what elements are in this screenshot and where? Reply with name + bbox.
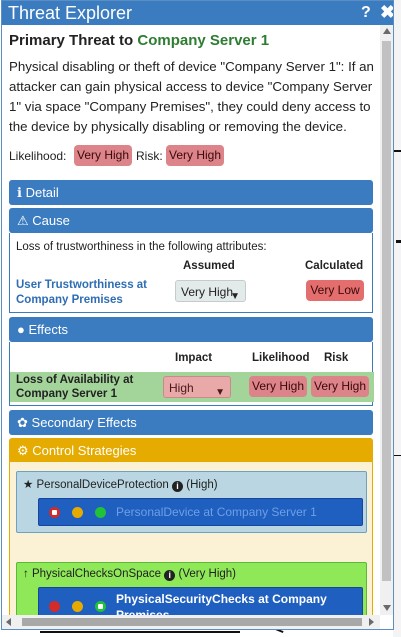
impact-select-value: High (169, 381, 194, 395)
control-item[interactable]: PersonalDevice at Company Server 1 (38, 498, 363, 526)
info-icon[interactable]: i (172, 481, 184, 492)
secondary-effects-label: Secondary Effects (31, 415, 137, 430)
strategy-label: ↑ PhysicalChecksOnSpace i (Very High) (23, 568, 236, 581)
attribute-link[interactable]: User Trustworthiness at Company Premises (16, 278, 161, 308)
gears-icon: ⚙ (17, 443, 29, 458)
effects-section-body: Impact Likelihood Risk Loss of Availabil… (9, 342, 374, 406)
likelihood-badge: Very High (74, 145, 132, 166)
assumed-select[interactable]: Very High ▼ (175, 280, 246, 302)
status-yellow-icon[interactable] (72, 601, 83, 612)
horizontal-scrollbar[interactable] (2, 615, 380, 629)
status-red-icon[interactable] (49, 507, 60, 518)
assumed-select-value: Very High (181, 285, 234, 299)
control-strategies-label: Control Strategies (32, 443, 137, 458)
control-strategies-header[interactable]: ⚙ Control Strategies (9, 438, 373, 464)
vertical-scrollbar[interactable] (380, 25, 393, 615)
strategy-label: ★ PersonalDeviceProtection i (High) (23, 477, 218, 492)
threat-explorer-panel: Threat Explorer ? ✖ Primary Threat to Co… (1, 0, 394, 630)
flame-icon: ✿ (17, 415, 28, 430)
detail-label: Detail (25, 185, 59, 200)
calculated-column-header: Calculated (305, 260, 364, 272)
scroll-left-icon[interactable] (6, 618, 11, 626)
info-icon: ℹ (17, 185, 22, 200)
likelihood-column-header: Likelihood (252, 352, 310, 364)
effect-row-label: Loss of Availability at Company Server 1 (16, 374, 134, 400)
risk-column-header: Risk (324, 352, 349, 364)
scroll-down-icon[interactable] (383, 605, 391, 611)
effects-section-header[interactable]: ● Effects (9, 317, 373, 342)
status-red-icon[interactable] (49, 601, 60, 612)
control-strategies-body: ★ PersonalDeviceProtection i (High) Pers… (9, 462, 373, 615)
vertical-scroll-thumb[interactable] (382, 41, 391, 581)
strategy-card: ★ PersonalDeviceProtection i (High) Pers… (16, 471, 367, 533)
droplet-icon: ● (17, 322, 25, 337)
chevron-down-icon: ▼ (215, 387, 225, 398)
scroll-up-icon[interactable] (383, 28, 391, 34)
chevron-down-icon: ▼ (230, 291, 240, 302)
background-line (396, 240, 401, 243)
strategy-level: (High) (186, 479, 218, 491)
background-app (393, 0, 401, 637)
detail-section-header[interactable]: ℹ Detail (9, 180, 373, 205)
calculated-badge: Very Low (306, 280, 364, 301)
assumed-column-header: Assumed (183, 260, 235, 272)
risk-badge: Very High (166, 145, 224, 166)
scroll-right-icon[interactable] (369, 618, 374, 626)
risk-label: Risk: (136, 149, 163, 163)
strategy-card: ↑ PhysicalChecksOnSpace i (Very High) Ph… (16, 562, 367, 615)
info-icon[interactable]: i (164, 570, 176, 581)
background-line (40, 631, 240, 633)
strategy-name: PhysicalChecksOnSpace (31, 568, 162, 580)
star-icon: ★ (23, 479, 34, 491)
likelihood-label: Likelihood: (9, 149, 67, 163)
control-name: PersonalDevice at Company Server 1 (116, 505, 317, 519)
arrow-up-icon: ↑ (23, 568, 29, 580)
cause-section-body: Loss of trustworthiness in the following… (9, 233, 373, 313)
impact-column-header: Impact (175, 352, 213, 364)
cause-intro: Loss of trustworthiness in the following… (16, 241, 267, 253)
effects-label: Effects (28, 322, 68, 337)
threat-description: Physical disabling or theft of device "C… (9, 59, 374, 134)
background-line (393, 455, 401, 456)
control-item[interactable]: PhysicalSecurityChecks at Company Premis… (38, 587, 363, 615)
background-line (393, 150, 401, 152)
status-yellow-icon[interactable] (72, 507, 83, 518)
help-icon[interactable]: ? (361, 2, 371, 24)
threat-heading: Primary Threat to Company Server 1 (9, 32, 269, 49)
impact-select[interactable]: High ▼ (163, 376, 231, 398)
status-green-icon[interactable] (95, 507, 106, 518)
cause-section-header[interactable]: ⚠ Cause (9, 208, 373, 233)
warning-icon: ⚠ (17, 213, 29, 228)
panel-content: Primary Threat to Company Server 1 Physi… (2, 25, 380, 615)
status-green-icon[interactable] (95, 601, 106, 612)
secondary-effects-header[interactable]: ✿ Secondary Effects (9, 410, 373, 435)
close-icon[interactable]: ✖ (380, 1, 393, 23)
strategy-level: (Very High) (178, 568, 237, 580)
window-title: Threat Explorer (8, 3, 133, 23)
threat-asset-name: Company Server 1 (137, 32, 270, 49)
horizontal-scroll-thumb[interactable] (22, 618, 362, 626)
strategy-name: PersonalDeviceProtection (36, 479, 169, 491)
threat-heading-prefix: Primary Threat to (9, 32, 134, 49)
control-name: PhysicalSecurityChecks at Company Premis… (116, 592, 327, 615)
cause-label: Cause (32, 213, 70, 228)
effect-risk-badge: Very High (311, 376, 369, 397)
effect-likelihood-badge: Very High (249, 376, 307, 397)
title-bar[interactable]: Threat Explorer ? ✖ (2, 1, 393, 25)
